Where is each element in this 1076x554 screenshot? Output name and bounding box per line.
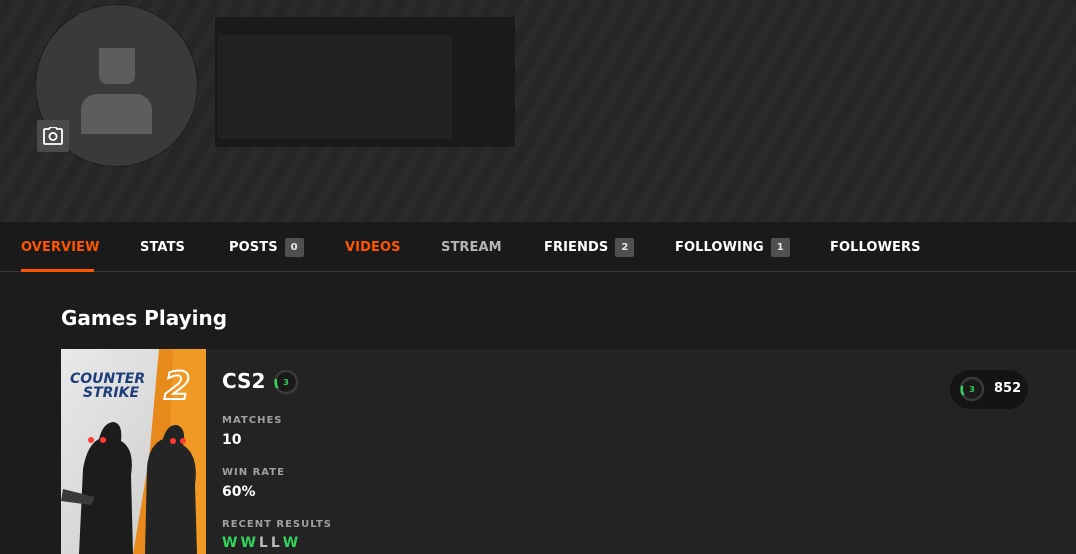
skill-level-icon: 3 [273, 369, 299, 395]
tab-overview[interactable]: OVERVIEW [21, 222, 100, 272]
tab-label: POSTS [229, 239, 278, 255]
elo-level-icon: 3 [959, 376, 985, 402]
cover-title-line2: STRIKE [83, 385, 139, 401]
recent-results: W W L L W [222, 535, 298, 551]
recent-results-label: RECENT RESULTS [222, 519, 332, 530]
result-win: W [282, 535, 299, 551]
skill-level-value: 3 [283, 378, 289, 387]
game-card[interactable] [61, 349, 1076, 554]
result-loss: L [270, 535, 280, 551]
tab-label: FOLLOWING [675, 239, 764, 255]
camera-icon [43, 127, 63, 145]
tab-following[interactable]: FOLLOWING 1 [675, 222, 790, 272]
tab-label: STREAM [441, 239, 502, 255]
active-tab-indicator [21, 269, 94, 272]
tab-label: VIDEOS [345, 239, 401, 255]
user-silhouette-body [81, 94, 152, 134]
tab-label: FOLLOWERS [830, 239, 921, 255]
result-loss: L [258, 535, 268, 551]
game-name[interactable]: CS2 [222, 369, 265, 393]
count-badge: 0 [284, 237, 304, 257]
tab-stats[interactable]: STATS [140, 222, 185, 272]
game-cover-image[interactable]: COUNTER STRIKE 2 [61, 349, 206, 554]
section-title: Games Playing [61, 306, 228, 330]
profile-name-placeholder-inner [218, 35, 452, 139]
cover-title-number: 2 [164, 364, 190, 408]
result-win: W [222, 535, 238, 551]
counter-strike-2-cover: COUNTER STRIKE 2 [61, 349, 206, 554]
tab-label: STATS [140, 239, 186, 255]
win-rate-value: 60% [222, 484, 256, 500]
change-avatar-button[interactable] [37, 120, 69, 152]
elo-level-value: 3 [969, 385, 975, 394]
user-silhouette-icon [99, 48, 135, 84]
tab-followers[interactable]: FOLLOWERS [830, 222, 921, 272]
matches-value: 10 [222, 432, 242, 448]
tab-label: FRIENDS [544, 239, 609, 255]
win-rate-label: WIN RATE [222, 467, 285, 478]
tab-posts[interactable]: POSTS 0 [229, 222, 304, 272]
tab-friends[interactable]: FRIENDS 2 [544, 222, 635, 272]
profile-tabs: OVERVIEW STATS POSTS 0 VIDEOS STREAM FRI… [0, 222, 1076, 272]
elo-value: 852 [994, 381, 1022, 396]
count-badge: 1 [770, 237, 790, 257]
tab-stream[interactable]: STREAM [441, 222, 502, 272]
matches-label: MATCHES [222, 415, 283, 426]
tab-label: OVERVIEW [21, 239, 100, 255]
result-win: W [240, 535, 256, 551]
profile-banner [0, 0, 1076, 222]
count-badge: 2 [615, 237, 635, 257]
tab-videos[interactable]: VIDEOS [345, 222, 401, 272]
